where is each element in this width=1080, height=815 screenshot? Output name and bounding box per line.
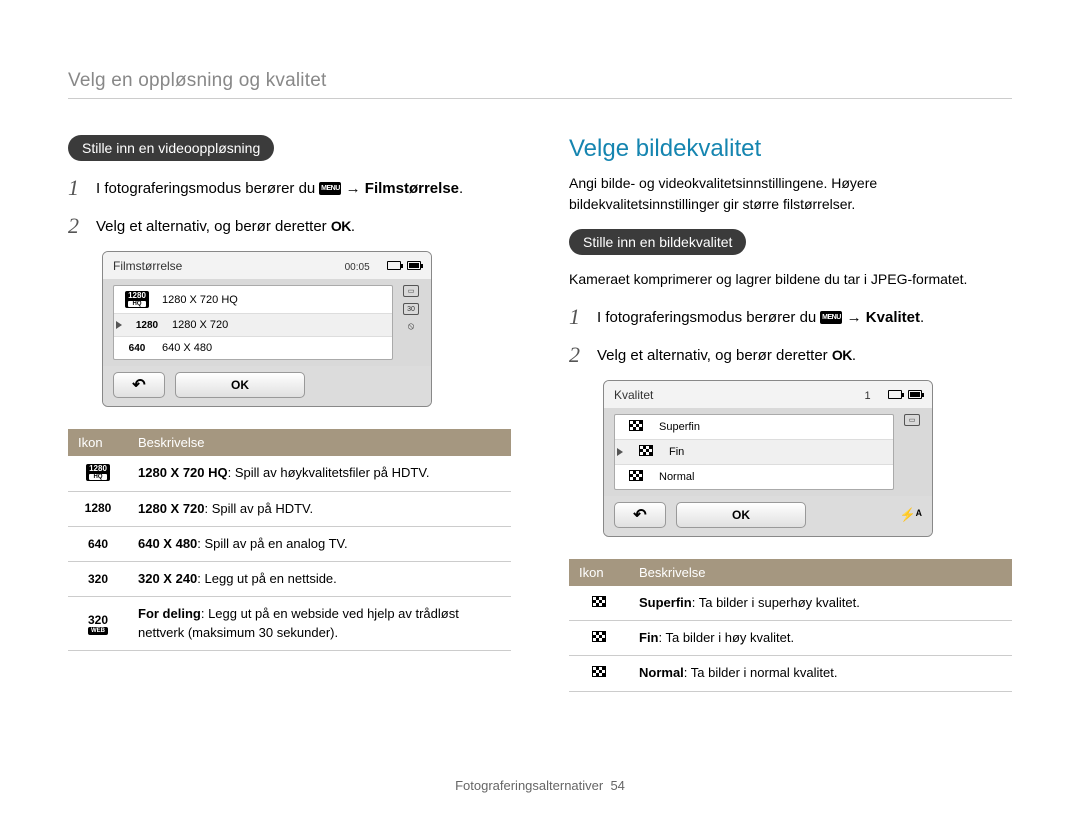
cell-icon — [569, 621, 629, 656]
text: . — [852, 347, 856, 364]
flash-icon: ⚡ᴬ — [899, 507, 922, 523]
menu-icon: MENU — [319, 182, 341, 195]
cell-icon: 1280 — [68, 491, 128, 526]
mic-off-icon: ⦸ — [408, 321, 415, 332]
section-title: Velge bildekvalitet — [569, 135, 1012, 163]
cell-desc: 1280 X 720: Spill av på HDTV. — [128, 491, 511, 526]
arrow: → — [842, 309, 865, 326]
cell-desc: Superfin: Ta bilder i superhøy kvalitet. — [629, 586, 1012, 621]
text: I fotograferingsmodus berører du — [96, 180, 319, 197]
ok-button[interactable]: OK — [175, 372, 305, 398]
th-desc: Beskrivelse — [629, 559, 1012, 586]
text: I fotograferingsmodus berører du — [597, 309, 820, 326]
lead-text: Angi bilde- og videokvalitetsinnstilling… — [569, 173, 1012, 215]
text: . — [920, 309, 924, 326]
screenshot-filmsize: Filmstørrelse 00:05 1280HQ1280 X 720 HQ … — [102, 251, 432, 407]
option-label: 640 X 480 — [162, 342, 212, 354]
ok-icon: OK — [832, 346, 852, 366]
cell-icon: 320WEB — [68, 597, 128, 650]
option-label: 1280 X 720 HQ — [162, 294, 238, 306]
video-resolution-table: IkonBeskrivelse 1280HQ1280 X 720 HQ: Spi… — [68, 429, 511, 651]
back-button[interactable]: ↶ — [614, 502, 666, 528]
text: . — [459, 180, 463, 197]
th-desc: Beskrivelse — [128, 429, 511, 456]
text: . — [351, 218, 355, 235]
pill-image-quality: Stille inn en bildekvalitet — [569, 229, 746, 255]
cell-desc: 640 X 480: Spill av på en analog TV. — [128, 526, 511, 561]
step-text: I fotograferingsmodus berører du MENU → … — [96, 178, 463, 199]
cell-icon: 1280HQ — [68, 456, 128, 491]
cell-icon — [569, 656, 629, 691]
quality-icon — [629, 420, 643, 431]
page-footer: Fotograferingsalternativer 54 — [0, 778, 1080, 793]
battery-icon — [888, 390, 902, 399]
quality-icon — [639, 445, 653, 456]
screenshot-title: Kvalitet — [614, 388, 653, 402]
battery-icon — [387, 261, 401, 270]
side-icon: ▭ — [904, 414, 920, 426]
step-text: Velg et alternativ, og berør deretter OK… — [96, 216, 355, 237]
text: Velg et alternativ, og berør deretter — [597, 347, 832, 364]
ok-icon: OK — [331, 217, 351, 237]
back-button[interactable]: ↶ — [113, 372, 165, 398]
option-label: Superfin — [659, 421, 700, 433]
side-icon: ▭ — [403, 285, 419, 297]
th-icon: Ikon — [569, 559, 629, 586]
screenshot-title: Filmstørrelse — [113, 259, 182, 273]
status-icons: 00:05 — [341, 259, 421, 273]
footer-section: Fotograferingsalternativer — [455, 778, 603, 793]
cell-icon — [569, 586, 629, 621]
breadcrumb: Velg en oppløsning og kvalitet — [68, 70, 1012, 99]
text: Velg et alternativ, og berør deretter — [96, 218, 331, 235]
option-label: 1280 X 720 — [172, 319, 228, 331]
option-icon: 1280 — [132, 320, 162, 331]
page-number: 54 — [610, 778, 624, 793]
selection-indicator — [116, 321, 122, 329]
selection-indicator — [617, 448, 623, 456]
arrow: → — [341, 180, 364, 197]
step-number: 2 — [569, 342, 587, 368]
cell-desc: 1280 X 720 HQ: Spill av høykvalitetsfile… — [128, 456, 511, 491]
cell-desc: Fin: Ta bilder i høy kvalitet. — [629, 621, 1012, 656]
pill-video-resolution: Stille inn en videooppløsning — [68, 135, 274, 161]
step-number: 1 — [68, 175, 86, 201]
image-quality-table: IkonBeskrivelse Superfin: Ta bilder i su… — [569, 559, 1012, 692]
count: 1 — [865, 390, 871, 402]
screenshot-quality: Kvalitet 1 Superfin Fin Normal ▭ ↶ OK — [603, 380, 933, 537]
status-icons: 1 — [861, 388, 922, 402]
th-icon: Ikon — [68, 429, 128, 456]
note-text: Kameraet komprimerer og lagrer bildene d… — [569, 269, 1012, 290]
step-text: Velg et alternativ, og berør deretter OK… — [597, 345, 856, 366]
rec-time: 00:05 — [345, 262, 370, 273]
option-label: Normal — [659, 471, 694, 483]
option-icon: 640 — [122, 343, 152, 354]
bold-target: Filmstørrelse — [365, 180, 459, 197]
step-number: 2 — [68, 213, 86, 239]
option-label: Fin — [669, 446, 684, 458]
side-icon: 30 — [403, 303, 419, 315]
menu-icon: MENU — [820, 311, 842, 324]
step-text: I fotograferingsmodus berører du MENU → … — [597, 307, 924, 328]
cell-desc: Normal: Ta bilder i normal kvalitet. — [629, 656, 1012, 691]
cell-desc: For deling: Legg ut på en webside ved hj… — [128, 597, 511, 650]
ok-button[interactable]: OK — [676, 502, 806, 528]
battery-icon — [908, 390, 922, 399]
cell-desc: 320 X 240: Legg ut på en nettside. — [128, 562, 511, 597]
right-column: Velge bildekvalitet Angi bilde- og video… — [569, 135, 1012, 692]
bold-target: Kvalitet — [866, 309, 920, 326]
quality-icon — [629, 470, 643, 481]
step-number: 1 — [569, 304, 587, 330]
left-column: Stille inn en videooppløsning 1 I fotogr… — [68, 135, 511, 692]
battery-icon — [407, 261, 421, 270]
cell-icon: 640 — [68, 526, 128, 561]
cell-icon: 320 — [68, 562, 128, 597]
